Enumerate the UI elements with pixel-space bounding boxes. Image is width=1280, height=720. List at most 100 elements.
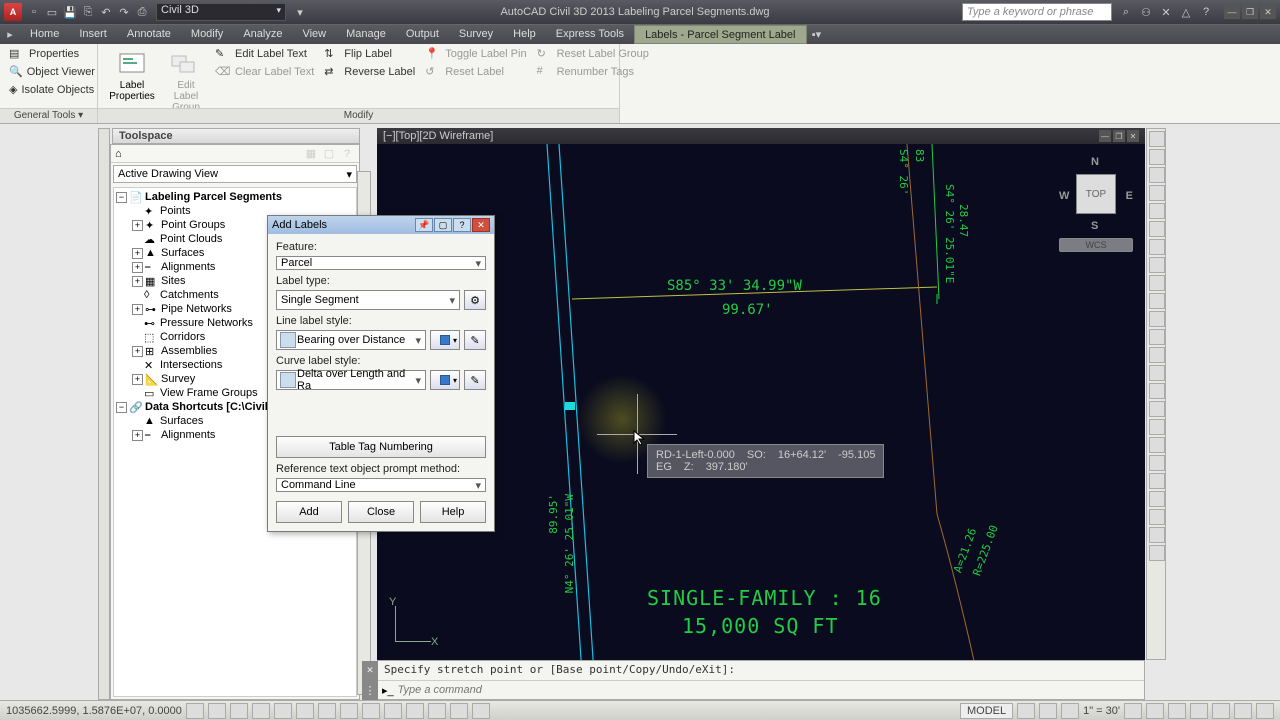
workspace-switch[interactable] (1168, 703, 1186, 719)
ducs-toggle[interactable] (340, 703, 358, 719)
toolspace-help-icon[interactable]: ? (339, 146, 355, 162)
close-button[interactable]: Close (348, 501, 414, 523)
toolspace-home-icon[interactable]: ⌂ (115, 148, 122, 160)
workspace-combo[interactable]: Civil 3D (156, 3, 286, 21)
snap-toggle[interactable] (186, 703, 204, 719)
dialog-titlebar[interactable]: Add Labels 📌 ▢ ? ✕ (268, 216, 494, 234)
viewport-controls[interactable]: [−][Top][2D Wireframe] — ❐ ✕ (377, 128, 1145, 144)
tree-item-pipenet[interactable]: Pipe Networks (161, 303, 232, 315)
tree-item-corridors[interactable]: Corridors (160, 331, 205, 343)
tool-icon[interactable] (1149, 491, 1165, 507)
object-viewer-button[interactable]: 🔍Object Viewer (6, 64, 91, 80)
layout-quickview[interactable] (1017, 703, 1035, 719)
tool-icon[interactable] (1149, 329, 1165, 345)
viewcube-e[interactable]: E (1126, 190, 1133, 202)
dialog-close-icon[interactable]: ✕ (472, 218, 490, 232)
dyn-toggle[interactable] (362, 703, 380, 719)
cloud-icon[interactable]: △ (1178, 4, 1194, 20)
command-input[interactable] (398, 684, 1140, 696)
tree-toggle[interactable]: + (132, 248, 143, 259)
dialog-pin-icon[interactable]: 📌 (415, 218, 433, 232)
curve-style-combo[interactable]: Delta over Length and Ra (276, 370, 426, 390)
tab-contextual-labels[interactable]: Labels - Parcel Segment Label (634, 25, 806, 44)
command-line[interactable]: ✕⋮ Specify stretch point or [Base point/… (377, 660, 1145, 700)
tree-item-alignments[interactable]: Alignments (161, 261, 215, 273)
tree-item-sc-alignments[interactable]: Alignments (161, 429, 215, 441)
model-space-button[interactable]: MODEL (960, 703, 1013, 719)
tool-icon[interactable] (1149, 437, 1165, 453)
tool-icon[interactable] (1149, 257, 1165, 273)
tree-toggle[interactable]: + (132, 304, 143, 315)
tab-manage[interactable]: Manage (336, 25, 396, 44)
toolbar-lock[interactable] (1190, 703, 1208, 719)
tab-modify[interactable]: Modify (181, 25, 233, 44)
toolspace-view-combo[interactable]: Active Drawing View (113, 165, 357, 183)
tool-icon[interactable] (1149, 383, 1165, 399)
tree-item-pointgroups[interactable]: Point Groups (161, 219, 225, 231)
tree-item-pressnet[interactable]: Pressure Networks (160, 317, 253, 329)
signin-icon[interactable]: ⚇ (1138, 4, 1154, 20)
tree-toggle[interactable]: + (132, 430, 143, 441)
tool-icon[interactable] (1149, 167, 1165, 183)
saveas-icon[interactable]: ⎘ (80, 4, 96, 20)
tree-toggle[interactable]: + (132, 262, 143, 273)
tree-item-shortcuts[interactable]: Data Shortcuts [C:\Civil 3D (145, 401, 285, 413)
tree-toggle[interactable]: + (132, 220, 143, 231)
help-button[interactable]: Help (420, 501, 486, 523)
tree-item-catchments[interactable]: Catchments (160, 289, 219, 301)
tab-view[interactable]: View (292, 25, 336, 44)
reference-method-combo[interactable]: Command Line (276, 478, 486, 492)
tool-icon[interactable] (1149, 203, 1165, 219)
tool-icon[interactable] (1149, 149, 1165, 165)
tab-insert[interactable]: Insert (69, 25, 117, 44)
tab-analyze[interactable]: Analyze (233, 25, 292, 44)
tree-root[interactable]: Labeling Parcel Segments (145, 191, 282, 203)
add-button[interactable]: Add (276, 501, 342, 523)
tool-icon[interactable] (1149, 545, 1165, 561)
tab-survey[interactable]: Survey (449, 25, 503, 44)
tool-icon[interactable] (1149, 365, 1165, 381)
properties-button[interactable]: ▤Properties (6, 46, 91, 62)
open-icon[interactable]: ▭ (44, 4, 60, 20)
tpy-toggle[interactable] (406, 703, 424, 719)
wcs-indicator[interactable]: WCS (1059, 238, 1133, 252)
edit-label-text-button[interactable]: ✎Edit Label Text (212, 46, 317, 62)
qp-toggle[interactable] (428, 703, 446, 719)
tree-toggle[interactable]: + (132, 346, 143, 357)
save-icon[interactable]: 💾 (62, 4, 78, 20)
ribbon-options-icon[interactable]: ▪▾ (807, 25, 827, 44)
annoscale-toggle[interactable] (1124, 703, 1142, 719)
viewport-label[interactable]: [−][Top][2D Wireframe] (383, 130, 493, 142)
am-toggle[interactable] (472, 703, 490, 719)
viewport-close-icon[interactable]: ✕ (1127, 130, 1139, 142)
osnap-toggle[interactable] (274, 703, 292, 719)
tree-item-sites[interactable]: Sites (161, 275, 185, 287)
viewcube-n[interactable]: N (1091, 156, 1099, 168)
lwt-toggle[interactable] (384, 703, 402, 719)
tool-icon[interactable] (1149, 509, 1165, 525)
otrack-toggle[interactable] (318, 703, 336, 719)
annovis-toggle[interactable] (1146, 703, 1164, 719)
dialog-help-icon[interactable]: ? (453, 218, 471, 232)
minimize-icon[interactable]: — (1224, 5, 1240, 19)
annotation-scale[interactable]: 1" = 30' (1083, 705, 1120, 717)
viewport-max-icon[interactable]: ❐ (1113, 130, 1125, 142)
print-icon[interactable]: ⎙ (134, 4, 150, 20)
tree-item-pointclouds[interactable]: Point Clouds (160, 233, 222, 245)
tab-output[interactable]: Output (396, 25, 449, 44)
drawing-quickview[interactable] (1039, 703, 1057, 719)
tool-icon[interactable] (1149, 401, 1165, 417)
tree-toggle[interactable]: − (116, 402, 127, 413)
viewcube-s[interactable]: S (1091, 220, 1098, 232)
app-icon[interactable]: A (4, 3, 22, 21)
tree-toggle[interactable]: + (132, 276, 143, 287)
tool-icon[interactable] (1149, 239, 1165, 255)
viewcube-top[interactable]: TOP (1076, 174, 1116, 214)
tab-express[interactable]: Express Tools (546, 25, 634, 44)
label-properties-button[interactable]: Label Properties (104, 46, 160, 104)
dialog-expand-icon[interactable]: ▢ (434, 218, 452, 232)
hardware-accel[interactable] (1212, 703, 1230, 719)
tree-item-survey[interactable]: Survey (161, 373, 195, 385)
clean-screen[interactable] (1256, 703, 1274, 719)
line-style-new-icon[interactable]: ✎ (464, 330, 486, 350)
